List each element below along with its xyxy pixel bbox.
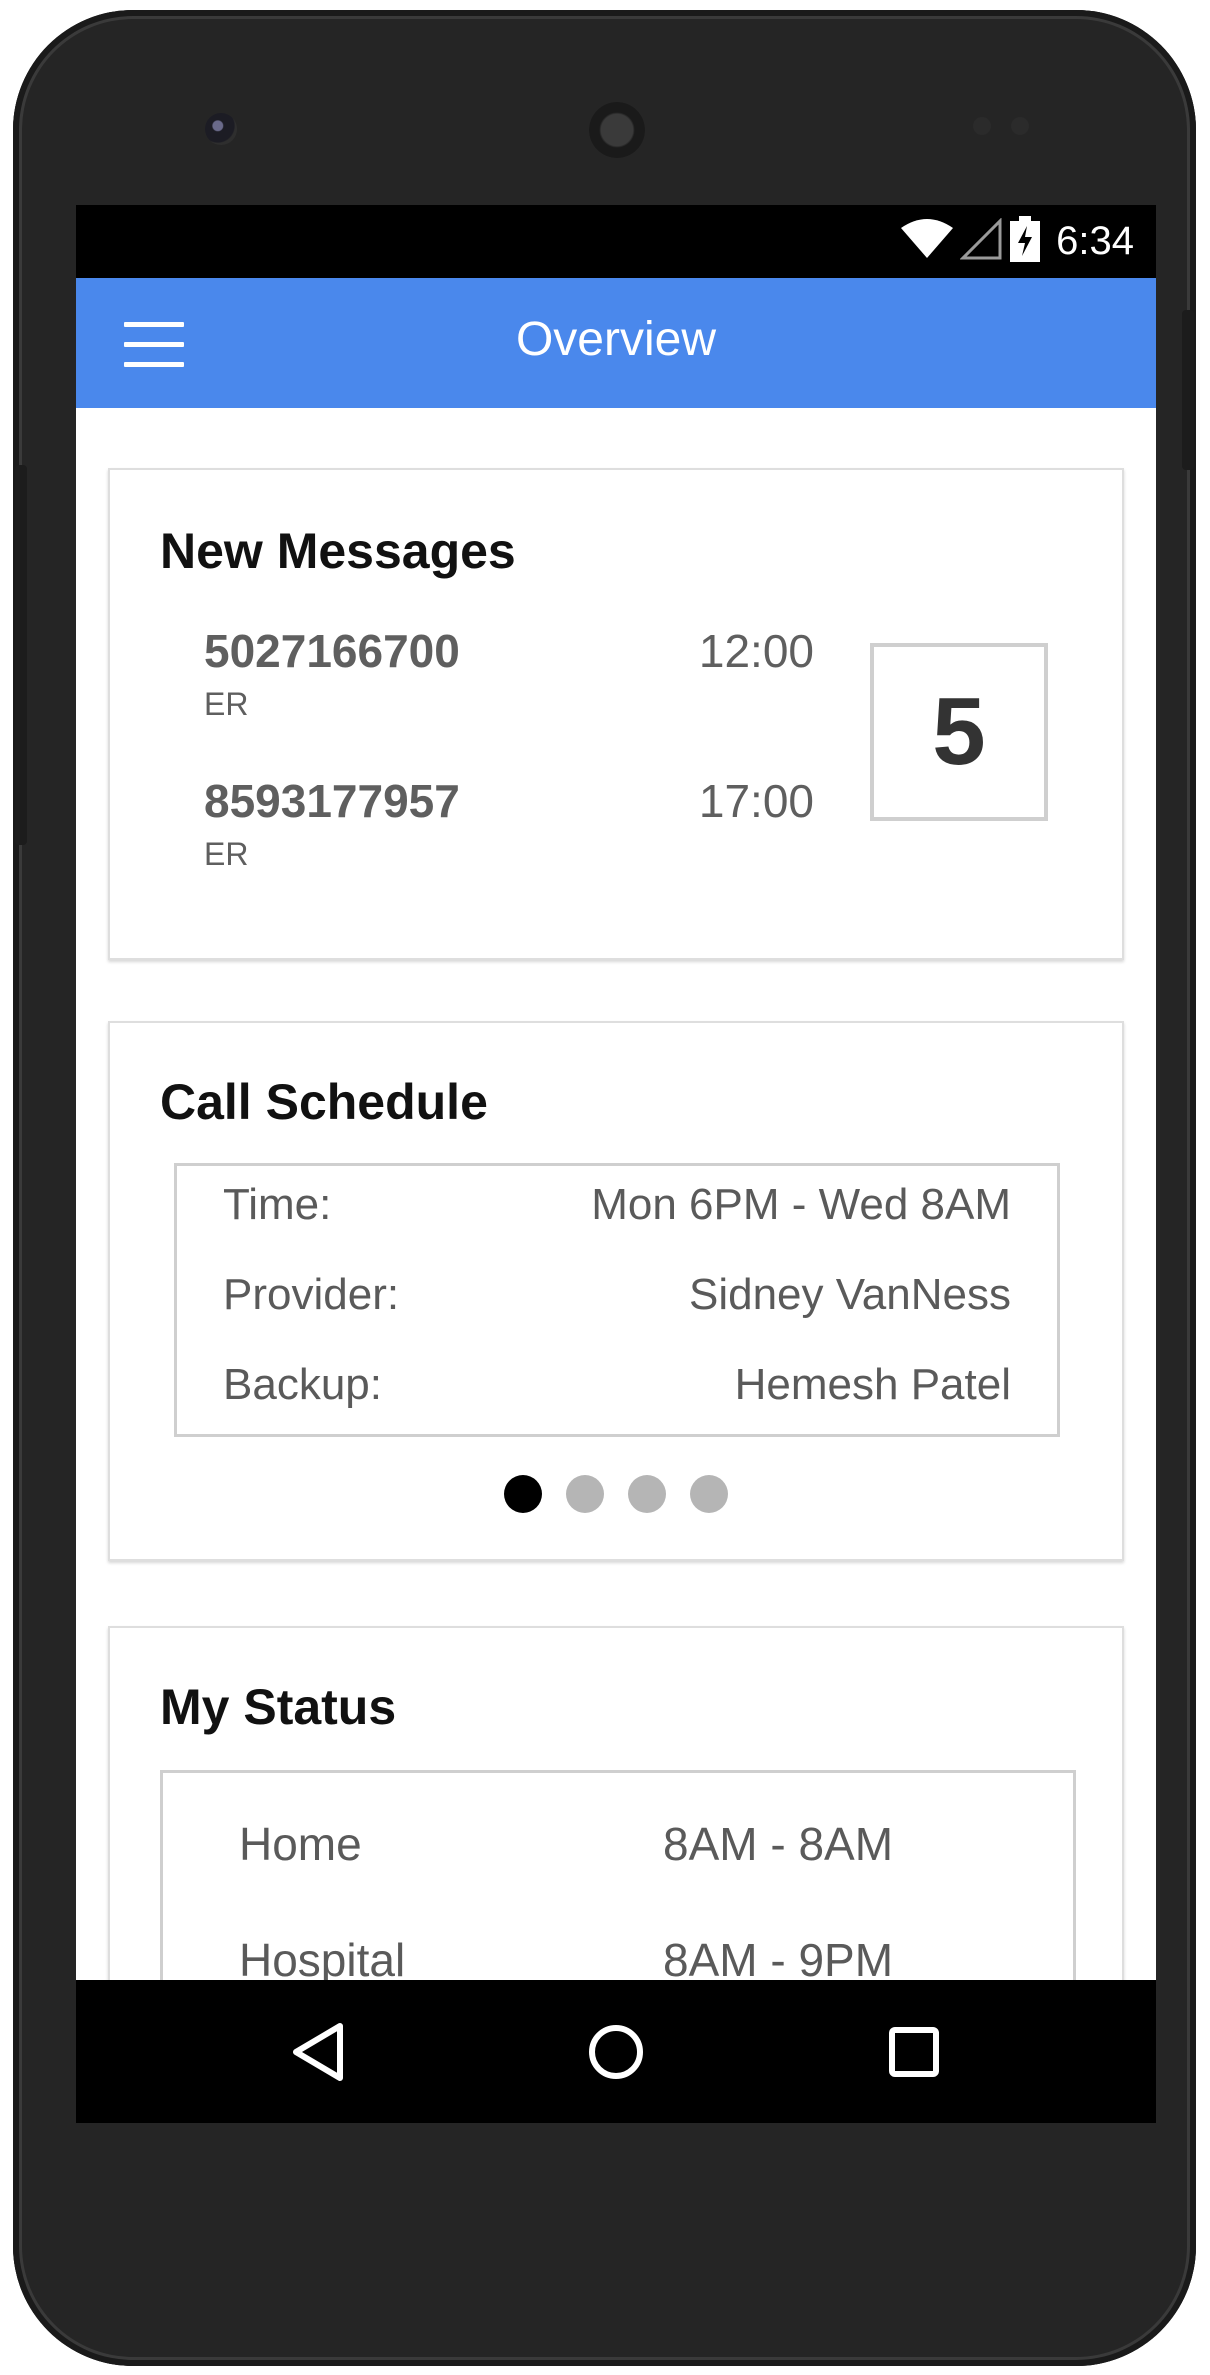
status-row-home[interactable]: Home 8AM - 8AM — [239, 1817, 1039, 1877]
home-icon[interactable] — [574, 2010, 658, 2094]
page-dot[interactable] — [628, 1475, 666, 1513]
proximity-sensor — [973, 117, 991, 135]
overview-content[interactable]: New Messages 5027166700 12:00 ER 8593177… — [76, 408, 1156, 1980]
status-row-hospital[interactable]: Hospital 8AM - 9PM — [239, 1933, 1039, 1980]
navigation-bar — [76, 1980, 1156, 2123]
battery-charging-icon — [1010, 215, 1041, 267]
screen: 6:34 Overview New Messages 5027166700 12… — [76, 205, 1156, 2123]
page-title: Overview — [515, 313, 717, 366]
schedule-row-provider: Provider: Sidney VanNess — [223, 1270, 1011, 1330]
volume-button — [15, 465, 27, 845]
schedule-row-time: Time: Mon 6PM - Wed 8AM — [223, 1180, 1011, 1240]
message-time: 12:00 — [698, 625, 814, 677]
message-item[interactable]: 5027166700 12:00 ER — [204, 624, 814, 744]
light-sensor — [1011, 117, 1029, 135]
status-icons: 6:34 — [900, 215, 1134, 267]
schedule-row-backup: Backup: Hemesh Patel — [223, 1360, 1011, 1420]
new-messages-title: New Messages — [160, 523, 516, 579]
schedule-label: Time: — [223, 1180, 332, 1229]
schedule-label: Provider: — [223, 1270, 400, 1319]
back-icon[interactable] — [276, 2010, 360, 2094]
page-dot[interactable] — [566, 1475, 604, 1513]
status-hours: 8AM - 9PM — [663, 1934, 894, 1980]
schedule-value: Mon 6PM - Wed 8AM — [591, 1180, 1011, 1229]
status-time: 6:34 — [1056, 218, 1134, 263]
schedule-value: Hemesh Patel — [734, 1360, 1011, 1409]
call-schedule-title: Call Schedule — [160, 1074, 488, 1130]
wifi-icon — [900, 218, 954, 265]
message-department: ER — [204, 686, 249, 722]
message-time: 17:00 — [698, 775, 814, 827]
schedule-label: Backup: — [223, 1360, 382, 1409]
power-button — [1182, 310, 1194, 470]
status-panel[interactable]: Home 8AM - 8AM Hospital 8AM - 9PM — [160, 1770, 1076, 1980]
page-indicator — [110, 1475, 1122, 1513]
status-place: Home — [239, 1818, 362, 1870]
schedule-value: Sidney VanNess — [688, 1270, 1011, 1319]
message-department: ER — [204, 836, 249, 872]
my-status-card[interactable]: My Status Home 8AM - 8AM Hospital 8AM - … — [108, 1626, 1124, 1980]
app-bar: Overview — [76, 278, 1156, 408]
earpiece-speaker — [589, 102, 645, 158]
front-camera — [205, 113, 237, 145]
recents-icon[interactable] — [872, 2010, 956, 2094]
message-number: 5027166700 — [204, 625, 460, 677]
call-schedule-card[interactable]: Call Schedule Time: Mon 6PM - Wed 8AM Pr… — [108, 1021, 1124, 1561]
new-messages-card[interactable]: New Messages 5027166700 12:00 ER 8593177… — [108, 468, 1124, 960]
cell-signal-icon — [959, 216, 1004, 265]
message-count-badge[interactable]: 5 — [870, 643, 1048, 821]
page-dot[interactable] — [690, 1475, 728, 1513]
message-item[interactable]: 8593177957 17:00 ER — [204, 774, 814, 894]
phone-frame: 6:34 Overview New Messages 5027166700 12… — [13, 10, 1196, 2366]
status-place: Hospital — [239, 1934, 406, 1980]
schedule-panel[interactable]: Time: Mon 6PM - Wed 8AM Provider: Sidney… — [174, 1163, 1060, 1437]
status-bar: 6:34 — [76, 205, 1156, 278]
page-dot-active[interactable] — [504, 1475, 542, 1513]
message-number: 8593177957 — [204, 775, 460, 827]
my-status-title: My Status — [160, 1679, 397, 1735]
status-hours: 8AM - 8AM — [663, 1818, 894, 1870]
